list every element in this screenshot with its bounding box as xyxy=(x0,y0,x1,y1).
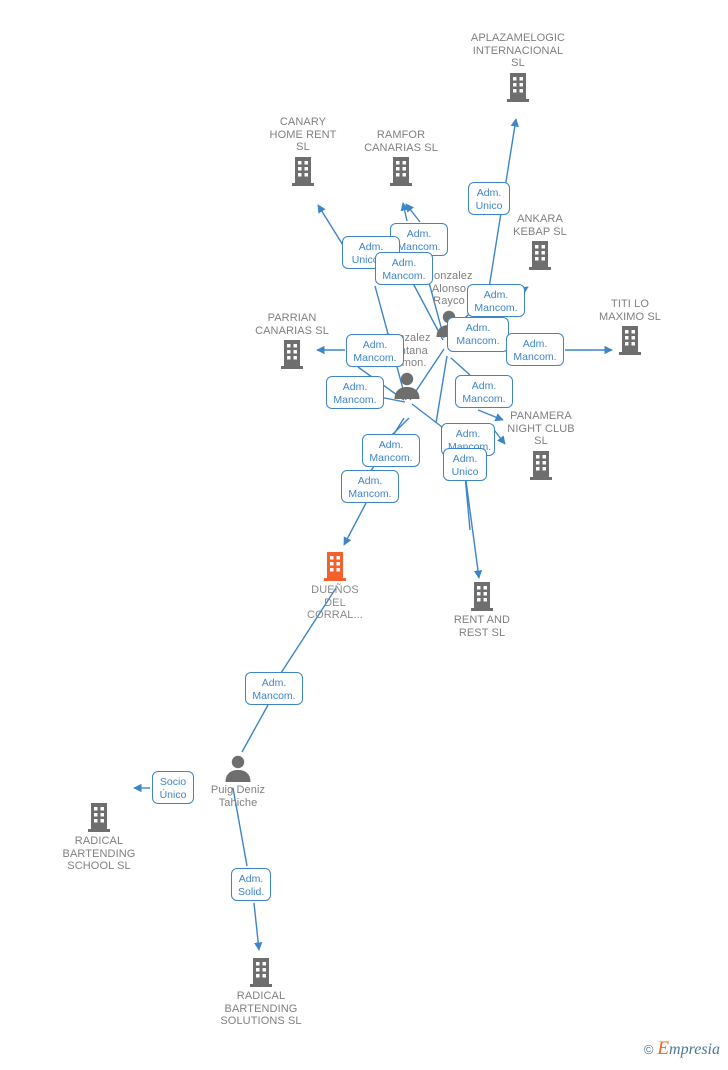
company-label: RADICAL BARTENDING SCHOOL SL xyxy=(62,835,136,872)
company-node-aplazamelogic[interactable]: APLAZAMELOGIC INTERNACIONAL SL xyxy=(458,32,578,103)
relation-chip-adm-mancom-center[interactable]: Adm. Mancom. xyxy=(447,317,509,352)
company-label: ANKARA KEBAP SL xyxy=(513,213,567,238)
relation-chip-adm-mancom-duenos-lower[interactable]: Adm. Mancom. xyxy=(341,470,399,503)
company-node-radical-bartending-school[interactable]: RADICAL BARTENDING SCHOOL SL xyxy=(39,801,159,873)
company-label: RAMFOR CANARIAS SL xyxy=(364,129,438,154)
company-node-radical-bartending-solutions[interactable]: RADICAL BARTENDING SOLUTIONS SL xyxy=(201,956,321,1028)
company-node-parrian-canarias[interactable]: PARRIAN CANARIAS SL xyxy=(232,312,352,370)
relation-chip-adm-mancom-puig[interactable]: Adm. Mancom. xyxy=(245,672,303,705)
relation-chip-adm-solid[interactable]: Adm. Solid. xyxy=(231,868,271,901)
relation-chip-adm-mancom-mid[interactable]: Adm. Mancom. xyxy=(375,252,433,285)
building-icon xyxy=(39,801,159,833)
company-label: PANAMERA NIGHT CLUB SL xyxy=(507,410,575,447)
company-label: DUEÑOS DEL CORRAL... xyxy=(307,584,363,621)
relation-chip-adm-unico-panamera[interactable]: Adm. Unico xyxy=(443,448,487,481)
building-icon xyxy=(458,71,578,103)
person-node-puig-deniz-tahiche[interactable]: Puig Deniz Tahiche xyxy=(178,754,298,809)
relationship-diagram-canvas: APLAZAMELOGIC INTERNACIONAL SL CANARY HO… xyxy=(0,0,728,1070)
building-icon xyxy=(480,239,600,271)
company-label: PARRIAN CANARIAS SL xyxy=(255,312,329,337)
person-icon xyxy=(178,754,298,782)
relation-chip-adm-mancom-left-lower[interactable]: Adm. Mancom. xyxy=(326,376,384,409)
brand-rest: mpresia xyxy=(669,1041,720,1058)
empresia-watermark: © Empresia xyxy=(644,1038,720,1060)
relation-chip-adm-mancom-right-lower[interactable]: Adm. Mancom. xyxy=(455,375,513,408)
building-icon xyxy=(570,324,690,356)
company-node-duenos-del-corral[interactable]: DUEÑOS DEL CORRAL... xyxy=(275,550,395,622)
building-icon xyxy=(201,956,321,988)
company-label: TITI LO MAXIMO SL xyxy=(598,298,662,323)
company-label: APLAZAMELOGIC INTERNACIONAL SL xyxy=(470,32,566,69)
building-icon-highlight xyxy=(275,550,395,582)
relation-chip-adm-mancom-parrian[interactable]: Adm. Mancom. xyxy=(346,334,404,367)
brand-initial: E xyxy=(657,1038,670,1059)
person-label: Puig Deniz Tahiche xyxy=(210,784,266,809)
building-icon xyxy=(341,155,461,187)
company-node-rent-and-rest[interactable]: RENT AND REST SL xyxy=(422,580,542,639)
relation-chip-adm-mancom-aplazamelogic[interactable]: Adm. Mancom. xyxy=(467,284,525,317)
company-node-ankara-kebap[interactable]: ANKARA KEBAP SL xyxy=(480,213,600,271)
company-node-panamera-night-club[interactable]: PANAMERA NIGHT CLUB SL xyxy=(481,410,601,481)
company-node-ramfor-canarias[interactable]: RAMFOR CANARIAS SL xyxy=(341,129,461,187)
relation-chip-socio-unico[interactable]: Socio Único xyxy=(152,771,194,804)
company-node-titi-lo-maximo[interactable]: TITI LO MAXIMO SL xyxy=(570,298,690,356)
brand-name: Empresia xyxy=(657,1038,720,1060)
relation-chip-adm-unico-ankara[interactable]: Adm. Unico xyxy=(468,182,510,215)
building-icon xyxy=(481,449,601,481)
company-label: RENT AND REST SL xyxy=(453,614,511,639)
company-label: RADICAL BARTENDING SOLUTIONS SL xyxy=(220,990,302,1027)
relation-chip-adm-mancom-duenos-upper[interactable]: Adm. Mancom. xyxy=(362,434,420,467)
building-icon xyxy=(422,580,542,612)
relation-chip-adm-mancom-titi[interactable]: Adm. Mancom. xyxy=(506,333,564,366)
building-icon xyxy=(232,338,352,370)
copyright-symbol: © xyxy=(643,1041,654,1057)
